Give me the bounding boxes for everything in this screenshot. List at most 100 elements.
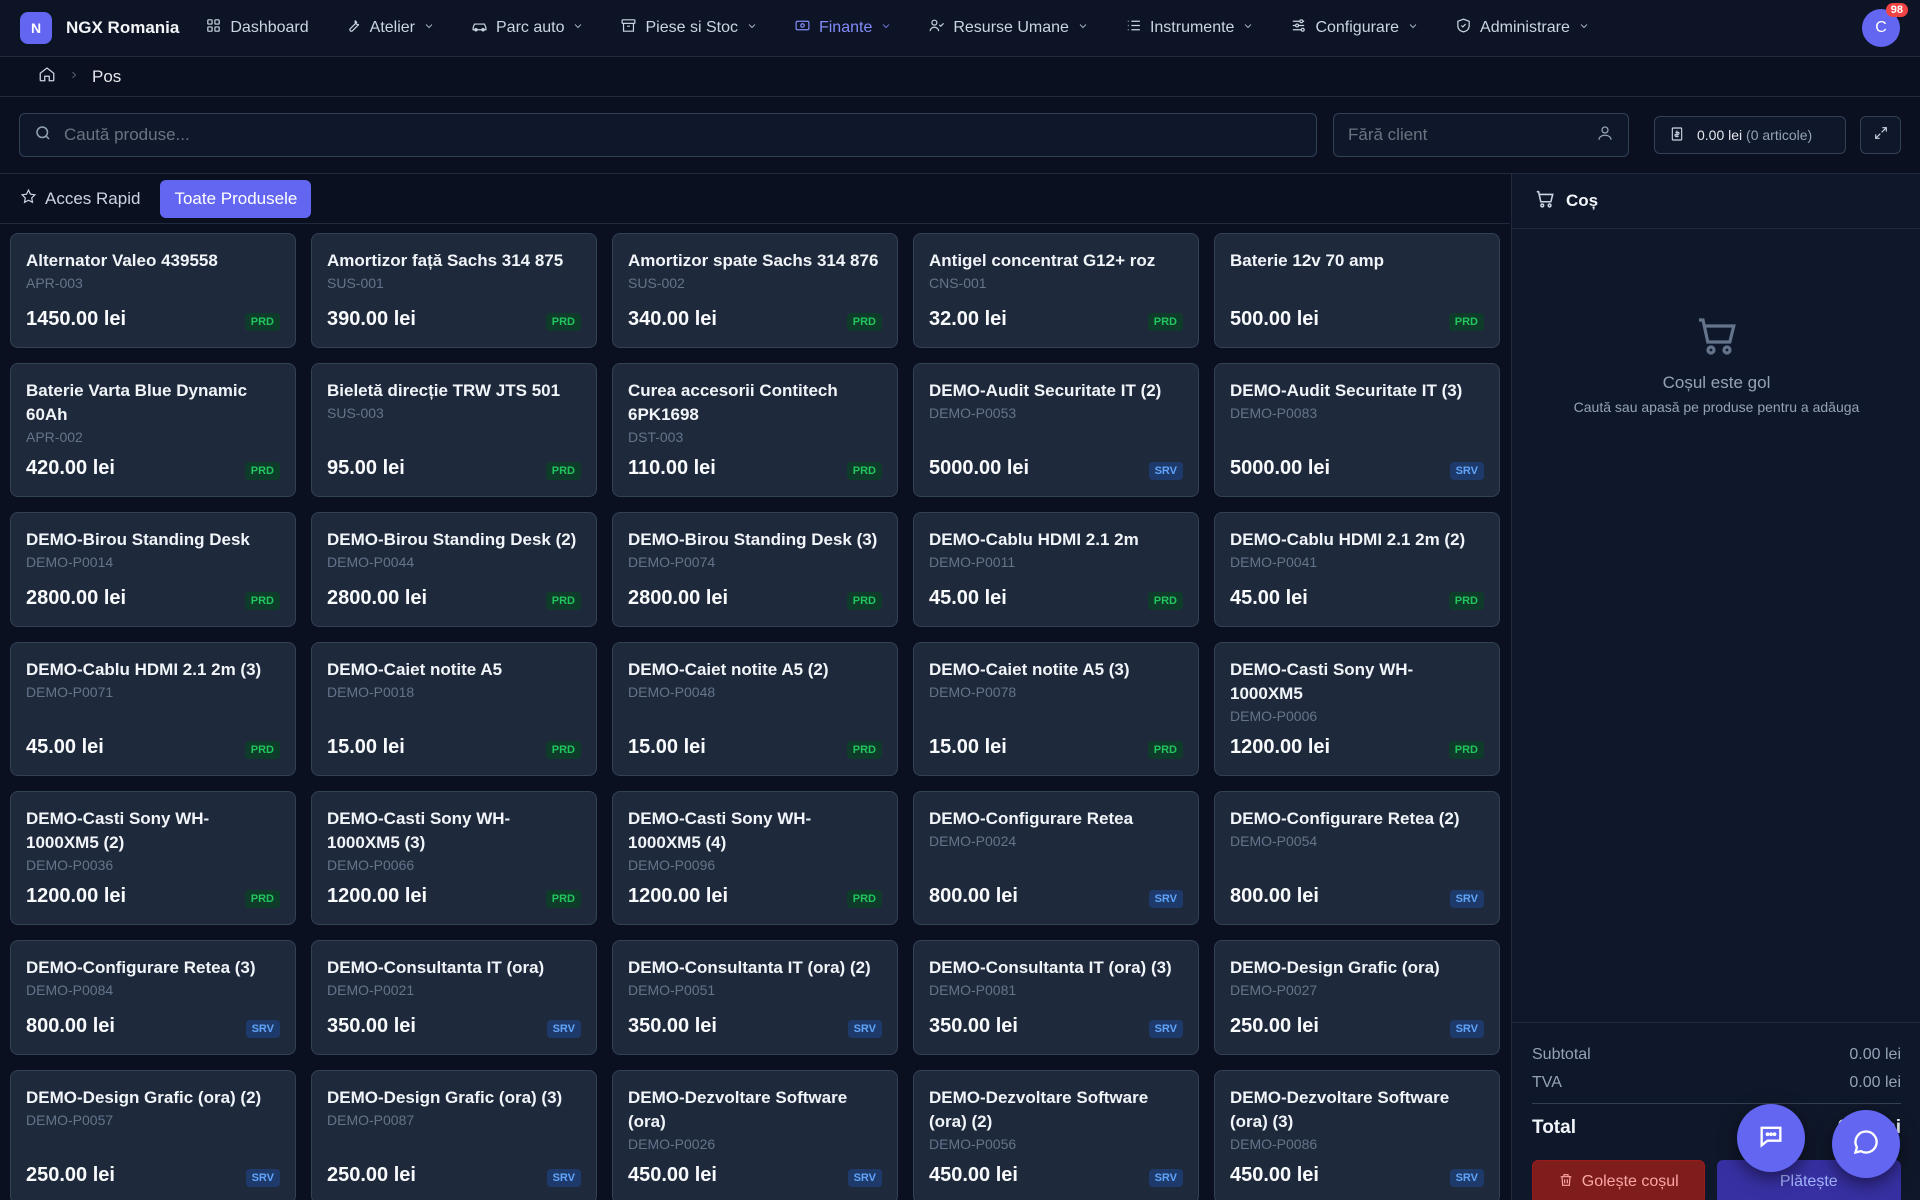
tab-quick-access[interactable]: Acces Rapid: [18, 180, 142, 218]
product-code: SUS-003: [327, 405, 384, 421]
product-name: Alternator Valeo 439558: [26, 251, 218, 270]
product-card[interactable]: DEMO-Caiet notite A5 DEMO-P0018 15.00 lei P…: [311, 642, 597, 776]
product-card[interactable]: Amortizor față Sachs 314 875 SUS-001 390.0…: [311, 233, 597, 348]
chevron-down-icon: [746, 19, 758, 37]
product-price: 350.00 lei: [929, 1015, 1018, 1037]
product-name: DEMO-Birou Standing Desk: [26, 530, 250, 549]
product-name: DEMO-Birou Standing Desk (3): [628, 530, 878, 549]
product-price: 340.00 lei: [628, 308, 717, 330]
product-card[interactable]: DEMO-Dezvoltare Software (ora) (2) DEMO-P…: [913, 1070, 1199, 1200]
tab-label: Toate Produsele: [174, 188, 298, 208]
tab-all-products[interactable]: Toate Produsele: [160, 179, 312, 218]
nav-item-resurse-umane[interactable]: Resurse Umane: [928, 17, 1089, 39]
nav-item-administrare[interactable]: Administrare: [1455, 17, 1590, 39]
chat-support-button[interactable]: [1737, 1104, 1805, 1172]
product-price: 390.00 lei: [327, 308, 416, 330]
product-card-footer: 1200.00 lei PRD: [327, 874, 581, 908]
product-type-badge: SRV: [1148, 890, 1183, 908]
product-card[interactable]: DEMO-Caiet notite A5 (2) DEMO-P0048 15.00 …: [612, 642, 898, 776]
product-type-badge: PRD: [846, 890, 882, 908]
product-name: DEMO-Casti Sony WH-1000XM5: [1230, 660, 1414, 703]
product-code: DEMO-P0078: [929, 684, 1017, 700]
product-card[interactable]: Curea accesorii Contitech 6PK1698 DST-003…: [612, 363, 898, 497]
product-card[interactable]: DEMO-Casti Sony WH-1000XM5 (2) DEMO-P0036…: [10, 791, 296, 925]
messenger-button[interactable]: [1832, 1110, 1900, 1178]
product-card-footer: 390.00 lei PRD: [327, 297, 581, 331]
product-card[interactable]: Baterie Varta Blue Dynamic 60Ah APR-002 42…: [10, 363, 296, 497]
product-card[interactable]: DEMO-Dezvoltare Software (ora) DEMO-P0026…: [612, 1070, 898, 1200]
cart-summary-button[interactable]: 0.00 lei (0 articole): [1654, 116, 1846, 154]
product-card[interactable]: DEMO-Audit Securitate IT (3) DEMO-P0083 50…: [1214, 363, 1500, 497]
product-code: DEMO-P0044: [327, 554, 415, 570]
product-code: DEMO-P0081: [929, 982, 1017, 998]
avatar[interactable]: C 98: [1862, 3, 1908, 47]
product-card[interactable]: DEMO-Configurare Retea (3) DEMO-P0084 800.…: [10, 940, 296, 1055]
nav-item-dashboard[interactable]: Dashboard: [205, 17, 309, 39]
product-card[interactable]: DEMO-Consultanta IT (ora) DEMO-P0021 350.0…: [311, 940, 597, 1055]
product-card[interactable]: DEMO-Design Grafic (ora) (3) DEMO-P0087 25…: [311, 1070, 597, 1200]
home-icon[interactable]: [38, 65, 56, 88]
product-card[interactable]: Alternator Valeo 439558 APR-003 1450.00 le…: [10, 233, 296, 348]
product-price: 800.00 lei: [929, 885, 1018, 907]
product-card[interactable]: DEMO-Casti Sony WH-1000XM5 DEMO-P0006 1200…: [1214, 642, 1500, 776]
brand[interactable]: N NGX Romania: [20, 12, 179, 44]
product-price: 45.00 lei: [929, 587, 1007, 609]
product-price: 250.00 lei: [327, 1164, 416, 1186]
product-card[interactable]: DEMO-Birou Standing Desk (2) DEMO-P0044 28…: [311, 512, 597, 627]
user-icon[interactable]: [1596, 124, 1614, 147]
product-code: DEMO-P0087: [327, 1112, 415, 1128]
product-card[interactable]: Amortizor spate Sachs 314 876 SUS-002 340.…: [612, 233, 898, 348]
product-card[interactable]: DEMO-Casti Sony WH-1000XM5 (3) DEMO-P0066…: [311, 791, 597, 925]
clear-cart-button[interactable]: Golește coșul: [1532, 1160, 1705, 1200]
product-card[interactable]: Baterie 12v 70 amp 500.00 lei PRD: [1214, 233, 1500, 348]
product-card[interactable]: DEMO-Configurare Retea DEMO-P0024 800.00 l…: [913, 791, 1199, 925]
product-code: DEMO-P0041: [1230, 554, 1318, 570]
search-input[interactable]: [64, 125, 1218, 145]
star-icon: [20, 188, 37, 210]
product-type-badge: SRV: [1449, 1169, 1484, 1187]
product-name: Amortizor față Sachs 314 875: [327, 251, 564, 270]
product-price: 250.00 lei: [26, 1164, 115, 1186]
product-type-badge: SRV: [1148, 1020, 1183, 1038]
product-card[interactable]: DEMO-Casti Sony WH-1000XM5 (4) DEMO-P0096…: [612, 791, 898, 925]
product-name: DEMO-Design Grafic (ora): [1230, 958, 1440, 977]
product-card[interactable]: DEMO-Birou Standing Desk DEMO-P0014 2800.0…: [10, 512, 296, 627]
product-type-badge: PRD: [1147, 592, 1183, 610]
product-card[interactable]: DEMO-Caiet notite A5 (3) DEMO-P0078 15.00 …: [913, 642, 1199, 776]
nav-item-instrumente[interactable]: Instrumente: [1125, 17, 1254, 39]
client-input[interactable]: [1348, 125, 1588, 145]
product-card[interactable]: Bieletă direcție TRW JTS 501 SUS-003 95.00…: [311, 363, 597, 497]
product-type-badge: SRV: [847, 1169, 882, 1187]
product-card[interactable]: DEMO-Design Grafic (ora) (2) DEMO-P0057 25…: [10, 1070, 296, 1200]
product-card[interactable]: DEMO-Cablu HDMI 2.1 2m (3) DEMO-P0071 45.0…: [10, 642, 296, 776]
product-card[interactable]: DEMO-Dezvoltare Software (ora) (3) DEMO-P…: [1214, 1070, 1500, 1200]
product-card-footer: 45.00 lei PRD: [26, 725, 280, 759]
product-card[interactable]: Antigel concentrat G12+ roz CNS-001 32.00 …: [913, 233, 1199, 348]
product-code: DEMO-P0014: [26, 554, 114, 570]
tab-label: Acces Rapid: [45, 188, 141, 208]
top-navbar: N NGX Romania Dashboard Atelier Parc auto P…: [0, 0, 1920, 57]
product-card[interactable]: DEMO-Consultanta IT (ora) (3) DEMO-P0081 3…: [913, 940, 1199, 1055]
product-card[interactable]: DEMO-Configurare Retea (2) DEMO-P0054 800.…: [1214, 791, 1500, 925]
fullscreen-button[interactable]: [1860, 116, 1901, 154]
product-card[interactable]: DEMO-Cablu HDMI 2.1 2m (2) DEMO-P0041 45.0…: [1214, 512, 1500, 627]
product-code: DEMO-P0048: [628, 684, 716, 700]
product-card[interactable]: DEMO-Audit Securitate IT (2) DEMO-P0053 50…: [913, 363, 1199, 497]
product-code: CNS-001: [929, 275, 987, 291]
product-card[interactable]: DEMO-Design Grafic (ora) DEMO-P0027 250.00…: [1214, 940, 1500, 1055]
nav-item-parc-auto[interactable]: Parc auto: [471, 17, 584, 39]
product-card[interactable]: DEMO-Cablu HDMI 2.1 2m DEMO-P0011 45.00 le…: [913, 512, 1199, 627]
chevron-down-icon: [1407, 19, 1419, 37]
nav-item-piese-si-stoc[interactable]: Piese si Stoc: [620, 17, 757, 39]
nav-item-finante[interactable]: Finante: [794, 17, 892, 39]
user-menu[interactable]: C 98: [1862, 3, 1908, 47]
product-card[interactable]: DEMO-Consultanta IT (ora) (2) DEMO-P0051 3…: [612, 940, 898, 1055]
nav-item-label: Instrumente: [1149, 19, 1235, 36]
product-price: 500.00 lei: [1230, 308, 1319, 330]
product-card-footer: 110.00 lei PRD: [628, 446, 882, 480]
product-card[interactable]: DEMO-Birou Standing Desk (3) DEMO-P0074 28…: [612, 512, 898, 627]
nav-item-configurare[interactable]: Configurare: [1290, 17, 1419, 39]
nav-item-atelier[interactable]: Atelier: [345, 17, 435, 39]
avatar-letter: C: [1875, 19, 1887, 36]
product-type-badge: PRD: [1147, 741, 1183, 759]
